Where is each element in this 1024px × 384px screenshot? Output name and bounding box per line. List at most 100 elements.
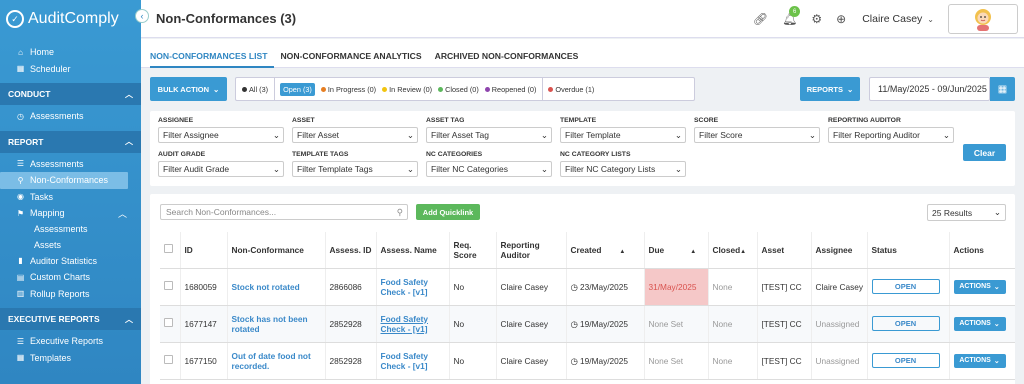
status-open[interactable]: Open (3) <box>280 82 315 96</box>
nc-title-link[interactable]: Stock has not been rotated <box>226 305 325 343</box>
filter-template-select[interactable]: Filter Template ⌄ <box>560 127 686 143</box>
chart-icon: ▤ <box>16 272 25 282</box>
sidebar-collapse-button[interactable]: ‹ <box>135 9 149 23</box>
filter-nc-category-lists: NC CATEGORY LISTS Filter NC Category List… <box>560 151 686 177</box>
user-menu[interactable]: Claire Casey <box>862 13 922 25</box>
column-header[interactable]: Non-Conformance <box>226 232 325 269</box>
column-header[interactable]: Req. Score <box>448 232 496 269</box>
column-header-closed[interactable]: Closed▲ <box>707 232 757 269</box>
sidebar-subitem-mapping-assets[interactable]: Assets <box>0 237 141 253</box>
nc-id: 1677147 <box>179 305 227 343</box>
tab-non-conformance-analytics[interactable]: NON-CONFORMANCE ANALYTICS <box>280 39 428 68</box>
gear-icon[interactable]: ⚙ <box>811 12 822 26</box>
filter-nc-categories-select[interactable]: Filter NC Categories ⌄ <box>426 161 552 177</box>
sidebar-section-report[interactable]: REPORT ︿ <box>0 130 141 153</box>
bell-icon[interactable]: 🔔︎ 6 <box>782 6 801 26</box>
column-header[interactable]: Reporting Auditor <box>495 232 566 269</box>
column-header[interactable]: Status <box>866 232 949 269</box>
status-badge[interactable]: OPEN <box>871 316 940 331</box>
column-header-due[interactable]: Due ▲ <box>643 232 708 269</box>
results-per-page-select[interactable]: 25 Results ⌄ <box>927 204 1006 221</box>
toolbar: BULK ACTION ⌄ All (3) Open (3) In Progres… <box>141 76 1024 102</box>
clear-filters-button[interactable]: Clear <box>963 144 1006 161</box>
actions-button[interactable]: ACTIONS ⌄ <box>953 279 1006 294</box>
sidebar-item-conduct-assessments[interactable]: ◷ Assessments <box>0 108 141 125</box>
nc-title-link[interactable]: Stock not rotated <box>226 268 325 306</box>
filter-score-select[interactable]: Filter Score ⌄ <box>694 127 820 143</box>
column-header[interactable]: ID <box>179 232 227 269</box>
sidebar-item-templates[interactable]: ▦ Templates <box>0 350 141 367</box>
actions-cell: ACTIONS ⌄ <box>948 268 1015 306</box>
actions-button[interactable]: ACTIONS ⌄ <box>953 316 1006 331</box>
select-all-checkbox[interactable] <box>164 244 173 254</box>
row-checkbox[interactable] <box>164 318 173 327</box>
link-icon[interactable]: 🔗︎ <box>753 12 768 26</box>
filter-asset-select[interactable]: Filter Asset ⌄ <box>292 127 418 143</box>
clock-icon: ◷ <box>570 281 581 292</box>
status-in-review[interactable]: In Review (0) <box>382 85 432 94</box>
sidebar-item-scheduler[interactable]: ▦ Scheduler <box>0 61 141 78</box>
divider <box>542 77 544 101</box>
chevron-down-icon[interactable]: ⌄ <box>927 15 934 24</box>
column-header[interactable]: Actions <box>948 232 1015 269</box>
status-reopened[interactable]: Reopened (0) <box>484 85 536 94</box>
sidebar-item-home[interactable]: ⌂ Home <box>0 44 141 61</box>
filter-reporting-auditor-select[interactable]: Filter Reporting Auditor ⌄ <box>828 127 954 143</box>
actions-button[interactable]: ACTIONS ⌄ <box>953 353 1006 368</box>
assess-name-link[interactable]: Food Safety Check - [v1] <box>375 305 449 343</box>
status-overdue[interactable]: Overdue (1) <box>548 85 594 94</box>
tasks-icon: ◉ <box>17 192 24 202</box>
sidebar-item-executive-reports[interactable]: ☰ Executive Reports <box>0 333 141 350</box>
status-all[interactable]: All (3) <box>242 85 268 94</box>
avatar[interactable] <box>948 4 1018 34</box>
search-input[interactable]: Search Non-Conformances... ⚲ <box>160 204 408 220</box>
filter-template-tags-select[interactable]: Filter Template Tags ⌄ <box>292 161 418 177</box>
status-badge[interactable]: OPEN <box>871 353 940 368</box>
row-checkbox[interactable] <box>164 355 173 364</box>
assess-id: 2852928 <box>324 305 376 343</box>
assess-name-link[interactable]: Food Safety Check - [v1] <box>375 268 449 306</box>
add-quicklink-button[interactable]: Add Quicklink <box>416 204 480 220</box>
req-score: No <box>448 342 496 380</box>
column-header[interactable]: Assignee <box>810 232 867 269</box>
column-header-created[interactable]: Created ▲ <box>565 232 644 269</box>
sidebar-item-custom-charts[interactable]: ▤ Custom Charts <box>0 269 141 286</box>
sidebar-item-rollup-reports[interactable]: ▥ Rollup Reports <box>0 286 141 303</box>
sidebar-section-conduct[interactable]: CONDUCT ︿ <box>0 83 141 105</box>
assess-name-link[interactable]: Food Safety Check - [v1] <box>375 342 449 380</box>
chevron-down-icon: ⌄ <box>540 163 548 174</box>
filter-assignee-select[interactable]: Filter Assignee ⌄ <box>158 127 284 143</box>
sidebar-section-executive-reports[interactable]: EXECUTIVE REPORTS ︿ <box>0 308 141 330</box>
sidebar-item-tasks[interactable]: ◉ Tasks <box>0 189 141 206</box>
filter-asset-tag-select[interactable]: Filter Asset Tag ⌄ <box>426 127 552 143</box>
status-closed[interactable]: Closed (0) <box>438 85 479 94</box>
chevron-down-icon: ⌄ <box>846 84 854 94</box>
tab-non-conformances-list[interactable]: NON-CONFORMANCES LIST <box>150 39 275 68</box>
notification-badge: 6 <box>789 6 801 17</box>
column-header[interactable]: Asset <box>756 232 811 269</box>
created-date: ◷ 23/May/2025 <box>565 268 644 306</box>
status-badge[interactable]: OPEN <box>871 279 940 294</box>
sidebar-item-report-assessments[interactable]: ☰ Assessments <box>0 156 141 173</box>
row-checkbox[interactable] <box>164 281 173 290</box>
app-logo[interactable]: ✓ AuditComply <box>0 0 141 38</box>
sidebar-item-auditor-statistics[interactable]: ▮ Auditor Statistics <box>0 253 141 270</box>
filter-audit-grade-select[interactable]: Filter Audit Grade ⌄ <box>158 161 284 177</box>
nc-title-link[interactable]: Out of date food not recorded. <box>226 342 325 380</box>
date-range-input[interactable]: 11/May/2025 - 09/Jun/2025 <box>869 77 990 101</box>
asset: [TEST] CC <box>756 268 811 306</box>
sidebar-item-mapping[interactable]: ⚑ Mapping ︿ <box>0 205 141 222</box>
status-in-progress[interactable]: In Progress (0) <box>320 85 376 94</box>
tab-archived-non-conformances[interactable]: ARCHIVED NON-CONFORMANCES <box>435 39 586 68</box>
globe-icon[interactable]: ⊕ <box>836 12 846 26</box>
bulk-action-button[interactable]: BULK ACTION ⌄ <box>150 77 227 101</box>
filter-nc-category-lists-select[interactable]: Filter NC Category Lists ⌄ <box>560 161 686 177</box>
sidebar-subitem-mapping-assessments[interactable]: Assessments <box>0 222 141 238</box>
column-header[interactable]: Assess. ID <box>324 232 376 269</box>
calendar-icon[interactable]: ▦ <box>990 77 1015 101</box>
sidebar: ✓ AuditComply ⌂ Home ▦ Scheduler CONDUCT ︿ … <box>0 0 141 384</box>
status-dot <box>382 86 388 92</box>
sidebar-item-non-conformances[interactable]: ⚲ Non-Conformances <box>0 172 128 189</box>
reports-button[interactable]: REPORTS ⌄ <box>800 77 860 101</box>
column-header[interactable]: Assess. Name <box>375 232 449 269</box>
